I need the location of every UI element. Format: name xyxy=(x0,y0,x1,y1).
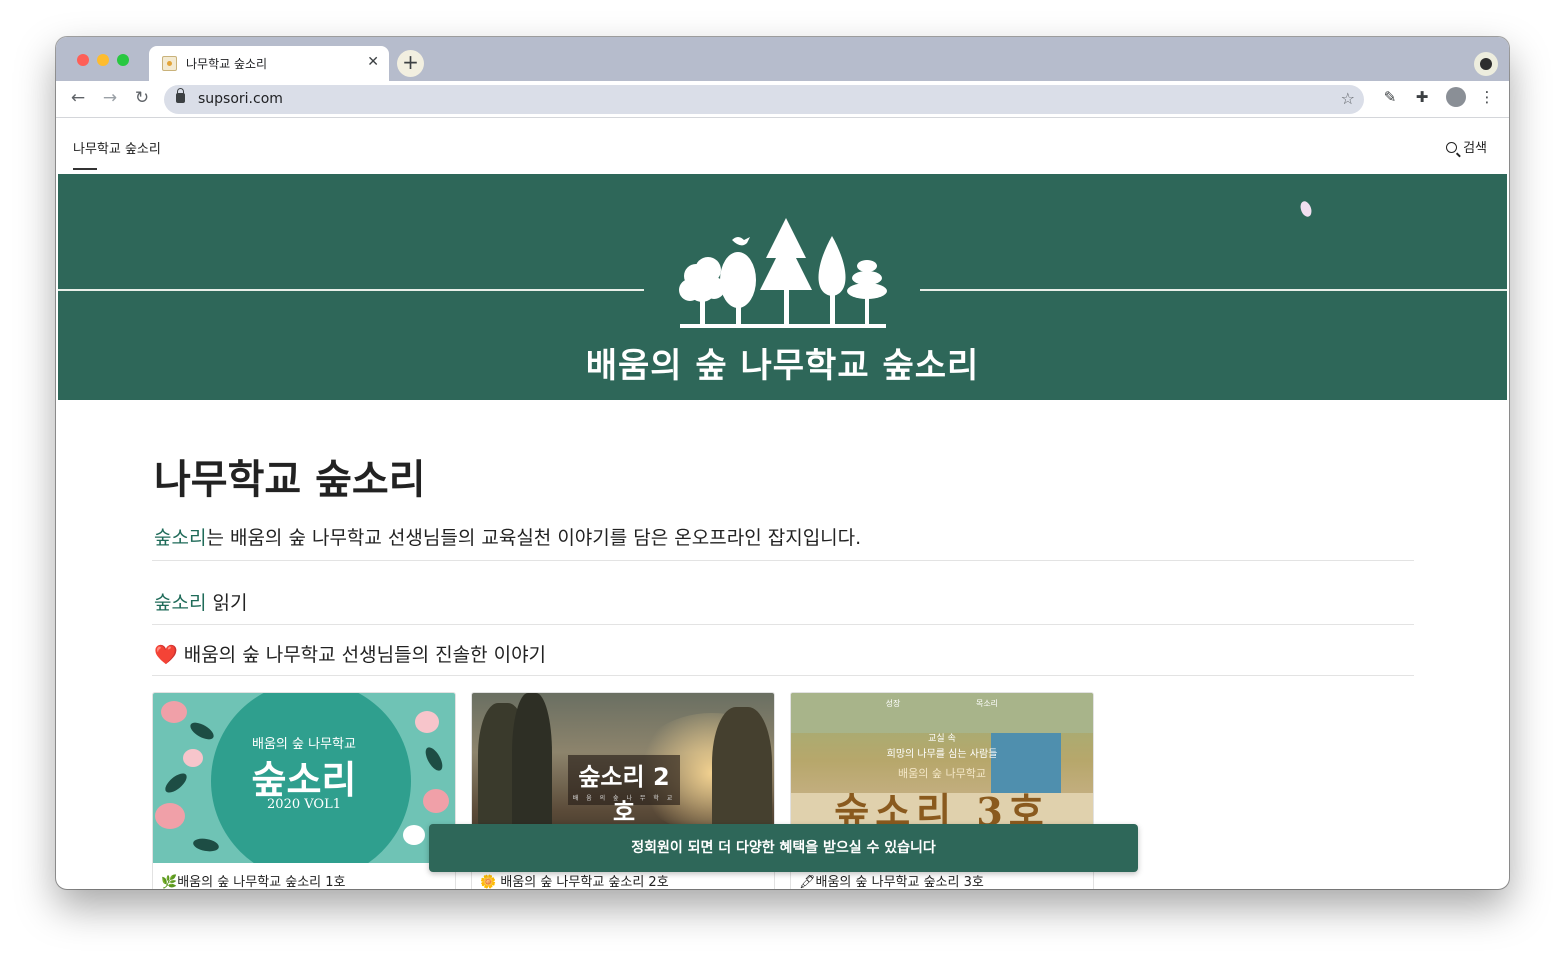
intro-rest: 는 배움의 숲 나무학교 선생님들의 교육실천 이야기를 담은 온오프라인 잡지… xyxy=(206,527,862,549)
more-menu-icon[interactable]: ⋮ xyxy=(1478,88,1496,106)
banner-title: 배움의 숲 나무학교 숲소리 xyxy=(585,346,980,386)
heart-icon: ❤️ xyxy=(154,644,178,666)
read-heading: 숲소리 읽기 xyxy=(154,588,247,615)
hero-banner: 배움의 숲 나무학교 숲소리 xyxy=(58,174,1507,400)
cover-laurel-right: 목소리 xyxy=(975,699,999,708)
minimize-window-button[interactable] xyxy=(97,54,109,66)
banner-divider-right xyxy=(920,289,1507,291)
forward-arrow-icon[interactable]: → xyxy=(99,88,121,108)
tab-title: 나무학교 숲소리 xyxy=(186,57,268,71)
browser-window: 나무학교 숲소리 ✕ + ← → ↻ supsori.com ☆ ✎ ✚ ⋮ 나… xyxy=(56,37,1509,889)
intro-text: 숲소리는 배움의 숲 나무학교 선생님들의 교육실천 이야기를 담은 온오프라인… xyxy=(154,523,861,550)
card-title: 🌿배움의 숲 나무학교 숲소리 1호 xyxy=(161,875,346,889)
maximize-window-button[interactable] xyxy=(117,54,129,66)
membership-toast[interactable]: 정회원이 되면 더 다양한 혜택을 받으실 수 있습니다 xyxy=(429,824,1138,872)
tab-search-icon[interactable] xyxy=(1474,52,1498,76)
pen-icon: 🖋 xyxy=(799,875,816,889)
cover-title: 숲소리 xyxy=(251,757,357,802)
search-button[interactable]: 검색 xyxy=(1446,137,1487,156)
cover-subtitle: 배 움 의 숲 나 무 학 교 xyxy=(572,795,676,802)
site-header: 나무학교 숲소리 검색 xyxy=(56,118,1509,173)
divider xyxy=(152,624,1414,625)
card-title: 🖋배움의 숲 나무학교 숲소리 3호 xyxy=(799,875,984,889)
url-text: supsori.com xyxy=(198,91,283,107)
tab-strip: 나무학교 숲소리 ✕ + xyxy=(56,37,1509,81)
extensions-puzzle-icon[interactable]: ✚ xyxy=(1413,88,1431,106)
tab-close-icon[interactable]: ✕ xyxy=(367,54,379,70)
issue-1-cover-image: 배움의 숲 나무학교 숲소리 2020 VOL1 xyxy=(153,693,455,863)
back-arrow-icon[interactable]: ← xyxy=(67,88,89,108)
cover-line-2: 희망의 나무를 심는 사람들 xyxy=(886,749,998,760)
read-rest: 읽기 xyxy=(206,592,248,614)
read-link[interactable]: 숲소리 xyxy=(154,592,206,614)
banner-divider-left xyxy=(58,289,644,291)
divider xyxy=(152,675,1414,676)
page-title: 나무학교 숲소리 xyxy=(154,457,426,503)
petal-decoration xyxy=(1298,199,1314,219)
close-window-button[interactable] xyxy=(77,54,89,66)
active-nav-underline xyxy=(73,168,97,170)
search-icon xyxy=(1446,142,1458,153)
site-favicon-icon xyxy=(162,56,177,71)
reload-icon[interactable]: ↻ xyxy=(131,88,153,108)
forest-trees-icon xyxy=(679,218,887,328)
cover-line-3: 배움의 숲 나무학교 xyxy=(898,767,986,780)
bookmark-star-icon[interactable]: ☆ xyxy=(1341,89,1355,108)
site-brand-link[interactable]: 나무학교 숲소리 xyxy=(73,138,161,157)
new-tab-button[interactable]: + xyxy=(397,50,424,77)
browser-toolbar: ← → ↻ supsori.com ☆ ✎ ✚ ⋮ xyxy=(56,81,1509,118)
card-title: 🌼 배움의 숲 나무학교 숲소리 2호 xyxy=(480,875,669,889)
cover-volume: 2020 VOL1 xyxy=(267,797,341,812)
intro-link[interactable]: 숲소리 xyxy=(154,527,206,549)
browser-tab-active[interactable]: 나무학교 숲소리 ✕ xyxy=(149,46,389,81)
story-heading-text: 배움의 숲 나무학교 선생님들의 진솔한 이야기 xyxy=(177,644,547,666)
cover-laurel-left: 성장 xyxy=(885,699,901,708)
leaf-icon: 🌿 xyxy=(161,875,178,889)
cover-line-1: 교실 속 xyxy=(928,734,956,744)
address-bar[interactable]: supsori.com ☆ xyxy=(164,85,1364,114)
cover-title: 숲소리 2호 xyxy=(578,763,670,826)
profile-avatar[interactable] xyxy=(1446,87,1466,107)
lock-icon xyxy=(176,88,185,103)
flower-icon: 🌼 xyxy=(480,875,497,889)
story-heading: ❤️ 배움의 숲 나무학교 선생님들의 진솔한 이야기 xyxy=(154,640,546,667)
issue-card-1[interactable]: 배움의 숲 나무학교 숲소리 2020 VOL1 🌿배움의 숲 나무학교 숲소리… xyxy=(152,692,456,889)
search-label: 검색 xyxy=(1463,141,1487,156)
divider xyxy=(152,560,1414,561)
extension-compose-icon[interactable]: ✎ xyxy=(1381,88,1399,106)
